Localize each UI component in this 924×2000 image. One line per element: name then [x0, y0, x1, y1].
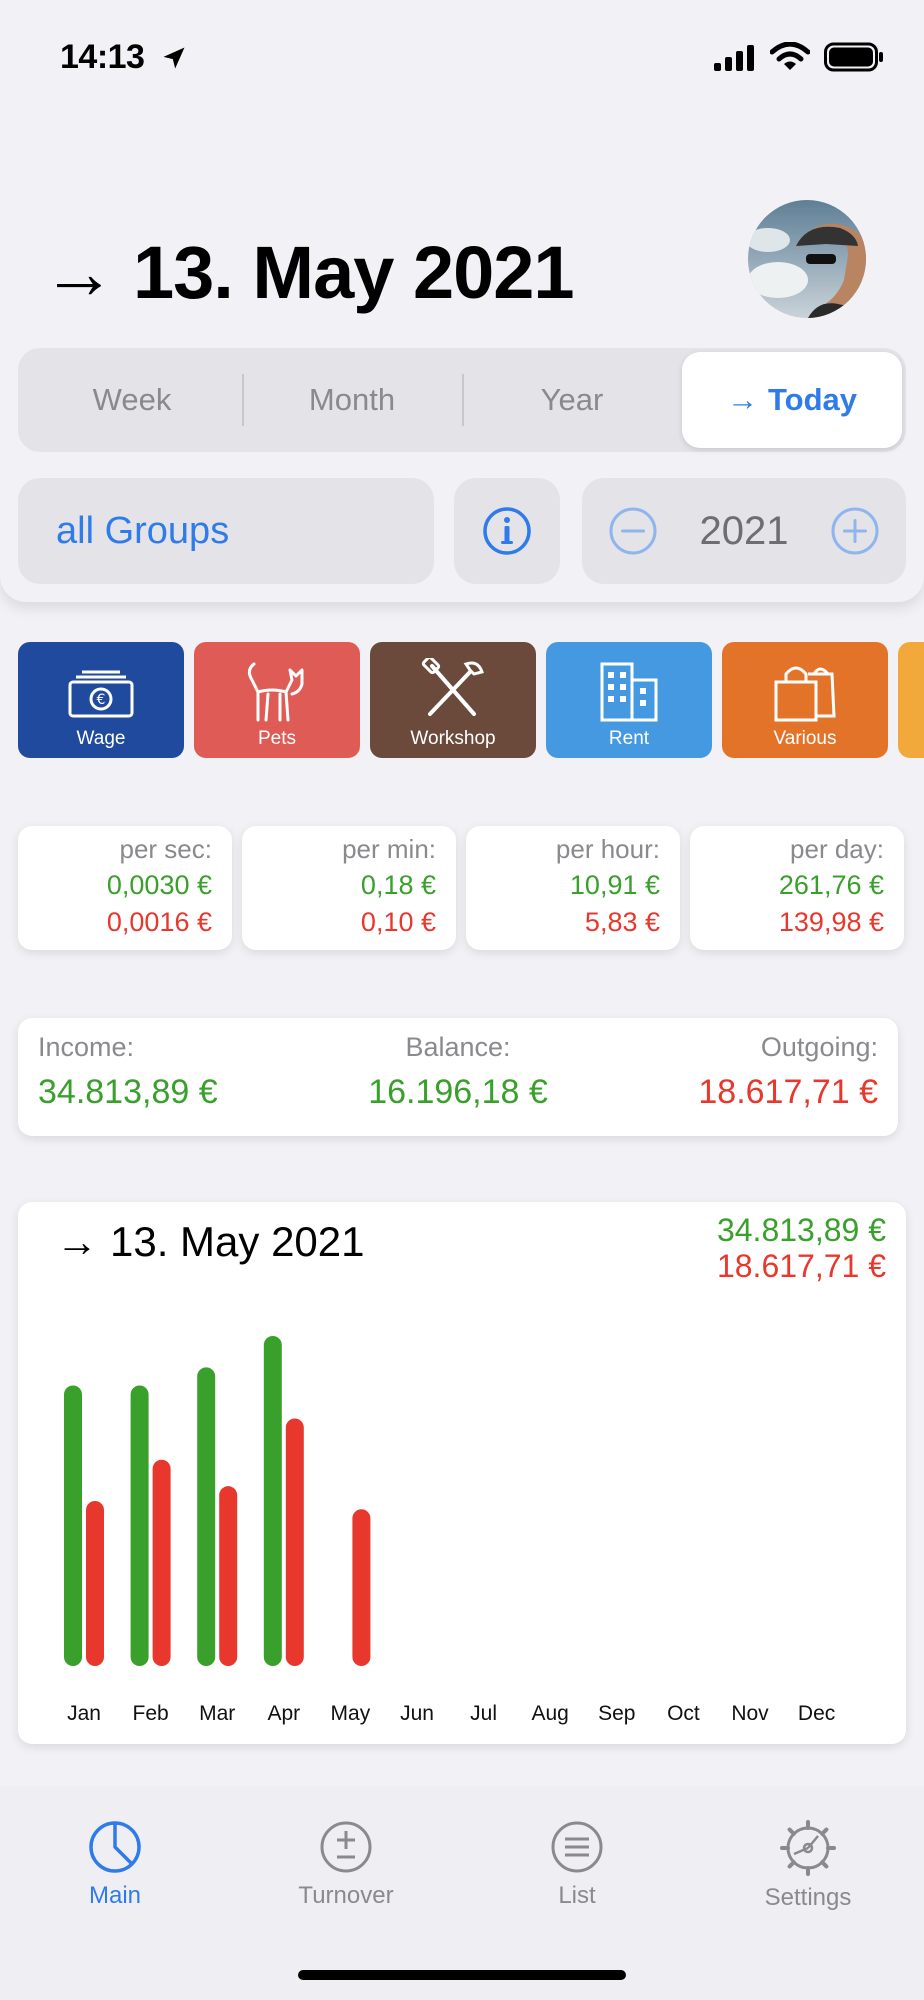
chart-month-label: Aug [532, 1702, 569, 1725]
page-title-text: 13. May 2021 [133, 231, 575, 314]
groups-selector-button[interactable]: all Groups [18, 478, 434, 584]
balance-summary: Balance: 16.196,18 € [258, 1032, 658, 1112]
shopping-bag-icon [774, 666, 836, 722]
plus-minus-icon [320, 1821, 372, 1873]
category-tile-wage[interactable]: € Wage [18, 642, 184, 758]
chart-month-label: May [331, 1702, 371, 1725]
info-button[interactable] [454, 478, 560, 584]
segment-week[interactable]: Week [22, 352, 242, 448]
status-time: 14:13 [60, 38, 145, 76]
list-icon [551, 1821, 603, 1873]
arrow-right-icon: → [42, 231, 116, 314]
tab-bar: Main Turnover List Settings [0, 1786, 924, 2000]
rate-card-per-day: per day: 261,76 € 139,98 € [690, 826, 904, 950]
page-title: → 13. May 2021 [42, 230, 575, 315]
chart-month-label: Sep [598, 1702, 635, 1725]
category-tile-partial[interactable] [898, 642, 924, 758]
tab-settings[interactable]: Settings [718, 1820, 898, 1912]
year-stepper: 2021 [582, 478, 906, 584]
rate-card-per-min: per min: 0,18 € 0,10 € [242, 826, 456, 950]
chart-month-label: Oct [667, 1702, 700, 1725]
tab-turnover[interactable]: Turnover [256, 1820, 436, 1910]
chart-bar-outgoing-jan[interactable] [86, 1501, 104, 1666]
home-indicator [298, 1970, 626, 1980]
svg-text:€: € [97, 692, 106, 708]
category-tile-rent[interactable]: Rent [546, 642, 712, 758]
chart-month-label: Jan [67, 1702, 101, 1725]
income-summary: Income: 34.813,89 € [38, 1032, 218, 1111]
category-tile-various[interactable]: Various [722, 642, 888, 758]
chart-bar-income-feb[interactable] [130, 1385, 149, 1667]
chart-bar-outgoing-feb[interactable] [152, 1459, 171, 1666]
chart-bar-income-jan[interactable] [64, 1385, 82, 1667]
chart-bar-outgoing-may[interactable] [352, 1509, 371, 1666]
outgoing-value: 18.617,71 € [698, 1073, 878, 1111]
outgoing-summary: Outgoing: 18.617,71 € [698, 1032, 878, 1111]
pie-chart-icon [89, 1821, 141, 1873]
tools-icon [421, 658, 484, 716]
category-tile-pets[interactable]: Pets [194, 642, 360, 758]
increment-year-button[interactable] [830, 506, 880, 556]
info-icon [483, 507, 531, 555]
chart-card[interactable]: → 13. May 2021 34.813,89 € 18.617,71 € J… [18, 1202, 906, 1744]
category-tiles: € Wage Pets Workshop Rent Various [18, 642, 924, 758]
groups-label: all Groups [56, 509, 230, 552]
avatar-image [748, 200, 866, 318]
chart-month-label: Nov [731, 1702, 769, 1725]
wifi-icon [770, 42, 810, 70]
gear-icon [780, 1820, 836, 1876]
segment-today[interactable]: → Today [682, 352, 902, 448]
location-arrow-icon [163, 47, 185, 69]
segment-month[interactable]: Month [242, 352, 462, 448]
chart-bar-outgoing-apr[interactable] [285, 1418, 304, 1667]
summary-card: Income: 34.813,89 € Balance: 16.196,18 €… [18, 1018, 898, 1136]
rate-cards: per sec: 0,0030 € 0,0016 € per min: 0,18… [18, 826, 904, 950]
chart-month-label: Apr [267, 1702, 300, 1725]
category-tile-workshop[interactable]: Workshop [370, 642, 536, 758]
cellular-signal-icon [714, 45, 754, 71]
chart-month-label: Jul [470, 1702, 497, 1725]
chart-month-label: Jun [400, 1702, 434, 1725]
monthly-bar-chart: Jan Feb Mar Apr May Jun Jul Aug Sep Oct Nov Dec [64, 1336, 835, 1725]
chart-bar-outgoing-mar[interactable] [219, 1486, 238, 1666]
balance-value: 16.196,18 € [368, 1073, 548, 1111]
building-icon [600, 662, 658, 722]
status-indicators [714, 42, 884, 72]
chart-bar-income-apr[interactable] [263, 1336, 282, 1666]
tab-list[interactable]: List [487, 1820, 667, 1910]
chart-month-label: Dec [798, 1702, 835, 1725]
rate-card-per-sec: per sec: 0,0030 € 0,0016 € [18, 826, 232, 950]
cat-icon [247, 662, 304, 722]
income-value: 34.813,89 € [38, 1073, 218, 1111]
chart-month-label: Feb [133, 1702, 169, 1725]
arrow-right-icon: → [727, 382, 758, 417]
tab-main[interactable]: Main [25, 1820, 205, 1910]
segment-year[interactable]: Year [462, 352, 682, 448]
money-icon: € [68, 670, 134, 718]
chart-bar-income-mar[interactable] [197, 1367, 216, 1666]
avatar[interactable] [748, 200, 866, 318]
period-segmented-control: Week Month Year → Today [18, 348, 906, 452]
battery-icon [824, 42, 883, 72]
rate-card-per-hour: per hour: 10,91 € 5,83 € [466, 826, 680, 950]
chart-month-label: Mar [199, 1702, 235, 1725]
year-value: 2021 [699, 508, 789, 553]
decrement-year-button[interactable] [608, 506, 658, 556]
